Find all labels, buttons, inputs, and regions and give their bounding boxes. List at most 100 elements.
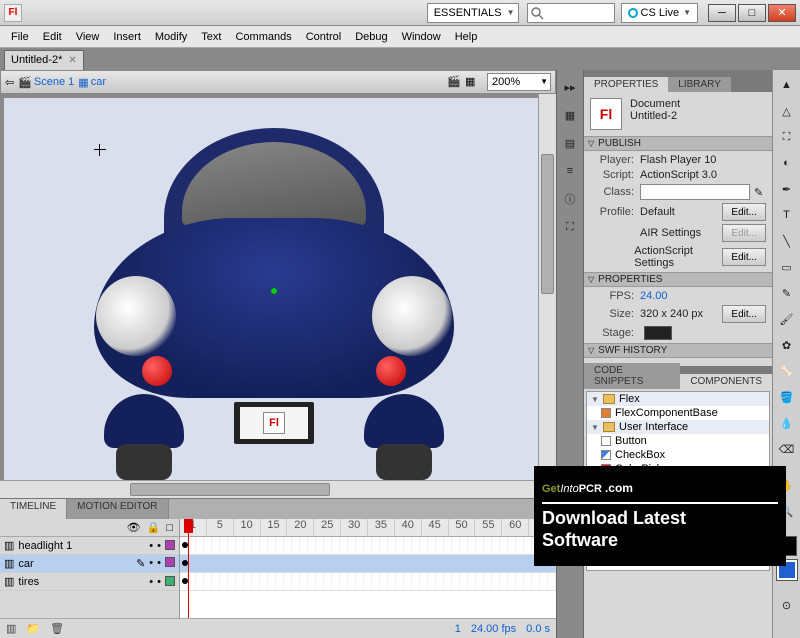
tree-folder[interactable]: ▼User Interface xyxy=(587,420,769,434)
maximize-button[interactable]: □ xyxy=(738,4,766,22)
tab-library[interactable]: LIBRARY xyxy=(668,77,731,92)
tab-components[interactable]: COMPONENTS xyxy=(680,374,772,389)
tree-item[interactable]: FlexComponentBase xyxy=(587,406,769,420)
tree-item[interactable]: CheckBox xyxy=(587,448,769,462)
transform-point-icon[interactable] xyxy=(271,288,277,294)
pencil-icon: ✎ xyxy=(136,557,145,570)
line-tool[interactable]: ╲ xyxy=(776,230,798,252)
tree-folder[interactable]: ▼Flex xyxy=(587,392,769,406)
eyedropper-tool[interactable]: 💧 xyxy=(776,412,798,434)
info-icon[interactable]: ⓘ xyxy=(561,190,579,208)
menu-control[interactable]: Control xyxy=(299,31,348,43)
edit-size-button[interactable]: Edit... xyxy=(722,305,766,323)
subselection-tool[interactable]: △ xyxy=(776,100,798,122)
layer-row[interactable]: ▥ car ✎•• xyxy=(0,555,179,573)
layer-row[interactable]: ▥ tires •• xyxy=(0,573,179,591)
headlight-right xyxy=(372,276,452,356)
pen-tool[interactable]: ✒ xyxy=(776,178,798,200)
frames-area[interactable]: 15101520253035404550556065 xyxy=(180,519,556,618)
menu-window[interactable]: Window xyxy=(395,31,448,43)
menu-file[interactable]: File xyxy=(4,31,36,43)
cslive-dropdown[interactable]: CS Live xyxy=(621,3,698,23)
current-frame[interactable]: 1 xyxy=(455,623,461,635)
menu-help[interactable]: Help xyxy=(448,31,485,43)
edit-symbol-icon[interactable]: ▦ xyxy=(465,75,479,89)
rectangle-tool[interactable]: ▭ xyxy=(776,256,798,278)
zoom-dropdown[interactable]: 200% xyxy=(487,73,551,91)
horizontal-scrollbar[interactable] xyxy=(0,480,538,498)
pencil-tool[interactable]: ✎ xyxy=(776,282,798,304)
menu-view[interactable]: View xyxy=(69,31,107,43)
back-icon[interactable]: ⇦ xyxy=(5,76,14,89)
tire-right xyxy=(376,444,432,480)
paint-bucket-tool[interactable]: 🪣 xyxy=(776,386,798,408)
panel-icon[interactable]: ▦ xyxy=(561,106,579,124)
menu-commands[interactable]: Commands xyxy=(228,31,298,43)
layer-icon: ▥ xyxy=(4,575,14,588)
lock-header-icon[interactable]: 🔒 xyxy=(147,521,161,534)
free-transform-tool[interactable]: ⛶ xyxy=(776,126,798,148)
new-layer-icon[interactable]: ▥ xyxy=(6,622,16,635)
edit-scene-icon[interactable]: 🎬 xyxy=(447,75,461,89)
tab-properties[interactable]: PROPERTIES xyxy=(584,77,668,92)
deco-tool[interactable]: ✿ xyxy=(776,334,798,356)
close-button[interactable]: ✕ xyxy=(768,4,796,22)
edit-class-icon[interactable]: ✎ xyxy=(754,186,766,198)
player-value: Flash Player 10 xyxy=(640,154,716,166)
transform-icon[interactable]: ⛶ xyxy=(561,218,579,236)
brush-tool[interactable]: 🖌 xyxy=(776,308,798,330)
vertical-scrollbar[interactable] xyxy=(538,94,556,480)
frame-track[interactable] xyxy=(180,555,556,573)
stage-color-swatch[interactable] xyxy=(644,326,672,340)
tab-timeline[interactable]: TIMELINE xyxy=(0,499,67,519)
lasso-tool[interactable]: ◐ xyxy=(776,152,798,174)
new-folder-icon[interactable]: 📁 xyxy=(26,622,40,635)
visibility-header-icon[interactable]: 👁 xyxy=(127,521,141,534)
scene-link[interactable]: 🎬 Scene 1 xyxy=(18,76,74,89)
symbol-link[interactable]: ▦ car xyxy=(78,76,106,89)
edit-profile-button[interactable]: Edit... xyxy=(722,203,766,221)
tab-code-snippets[interactable]: CODE SNIPPETS xyxy=(584,363,680,389)
class-input[interactable] xyxy=(640,184,750,200)
close-tab-icon[interactable]: ✕ xyxy=(68,51,76,70)
menu-modify[interactable]: Modify xyxy=(148,31,194,43)
menu-edit[interactable]: Edit xyxy=(36,31,69,43)
layer-row[interactable]: ▥ headlight 1 •• xyxy=(0,537,179,555)
text-tool[interactable]: T xyxy=(776,204,798,226)
outline-header-icon[interactable]: □ xyxy=(166,522,173,534)
frame-ruler[interactable]: 15101520253035404550556065 xyxy=(180,519,556,537)
properties-section-header[interactable]: PROPERTIES xyxy=(584,272,772,287)
selection-tool[interactable]: ▲ xyxy=(776,74,798,96)
swf-history-header[interactable]: SWF HISTORY xyxy=(584,343,772,358)
frame-track[interactable] xyxy=(180,537,556,555)
align-icon[interactable]: ≡ xyxy=(561,162,579,180)
publish-section-header[interactable]: PUBLISH xyxy=(584,136,772,151)
delete-layer-icon[interactable]: 🗑 xyxy=(50,622,64,635)
profile-value: Default xyxy=(640,206,675,218)
playhead[interactable] xyxy=(188,519,189,618)
menu-insert[interactable]: Insert xyxy=(106,31,148,43)
tree-item[interactable]: Button xyxy=(587,434,769,448)
panel-icon[interactable]: ▤ xyxy=(561,134,579,152)
frame-track[interactable] xyxy=(180,573,556,591)
workspace-dropdown[interactable]: ESSENTIALS xyxy=(427,3,519,23)
folder-icon xyxy=(603,394,615,404)
bone-tool[interactable]: 🦴 xyxy=(776,360,798,382)
edit-air-button[interactable]: Edit... xyxy=(722,224,766,242)
fps-display[interactable]: 24.00 fps xyxy=(471,623,516,635)
snap-icon[interactable]: ⊙ xyxy=(776,594,798,616)
stage-canvas[interactable]: Fl xyxy=(4,98,538,480)
menu-text[interactable]: Text xyxy=(194,31,228,43)
fps-value[interactable]: 24.00 xyxy=(640,290,668,302)
document-tab[interactable]: Untitled-2*✕ xyxy=(4,50,84,70)
eraser-tool[interactable]: ⌫ xyxy=(776,438,798,460)
menu-debug[interactable]: Debug xyxy=(348,31,394,43)
headlight-left xyxy=(96,276,176,356)
minimize-button[interactable]: ─ xyxy=(708,4,736,22)
expand-panels-icon[interactable]: ▸▸ xyxy=(561,78,579,96)
search-input[interactable] xyxy=(527,3,615,23)
flash-logo-icon: Fl xyxy=(263,412,285,434)
car-symbol[interactable]: Fl xyxy=(74,108,474,480)
tab-motion-editor[interactable]: MOTION EDITOR xyxy=(67,499,168,519)
edit-as-button[interactable]: Edit... xyxy=(722,248,766,266)
